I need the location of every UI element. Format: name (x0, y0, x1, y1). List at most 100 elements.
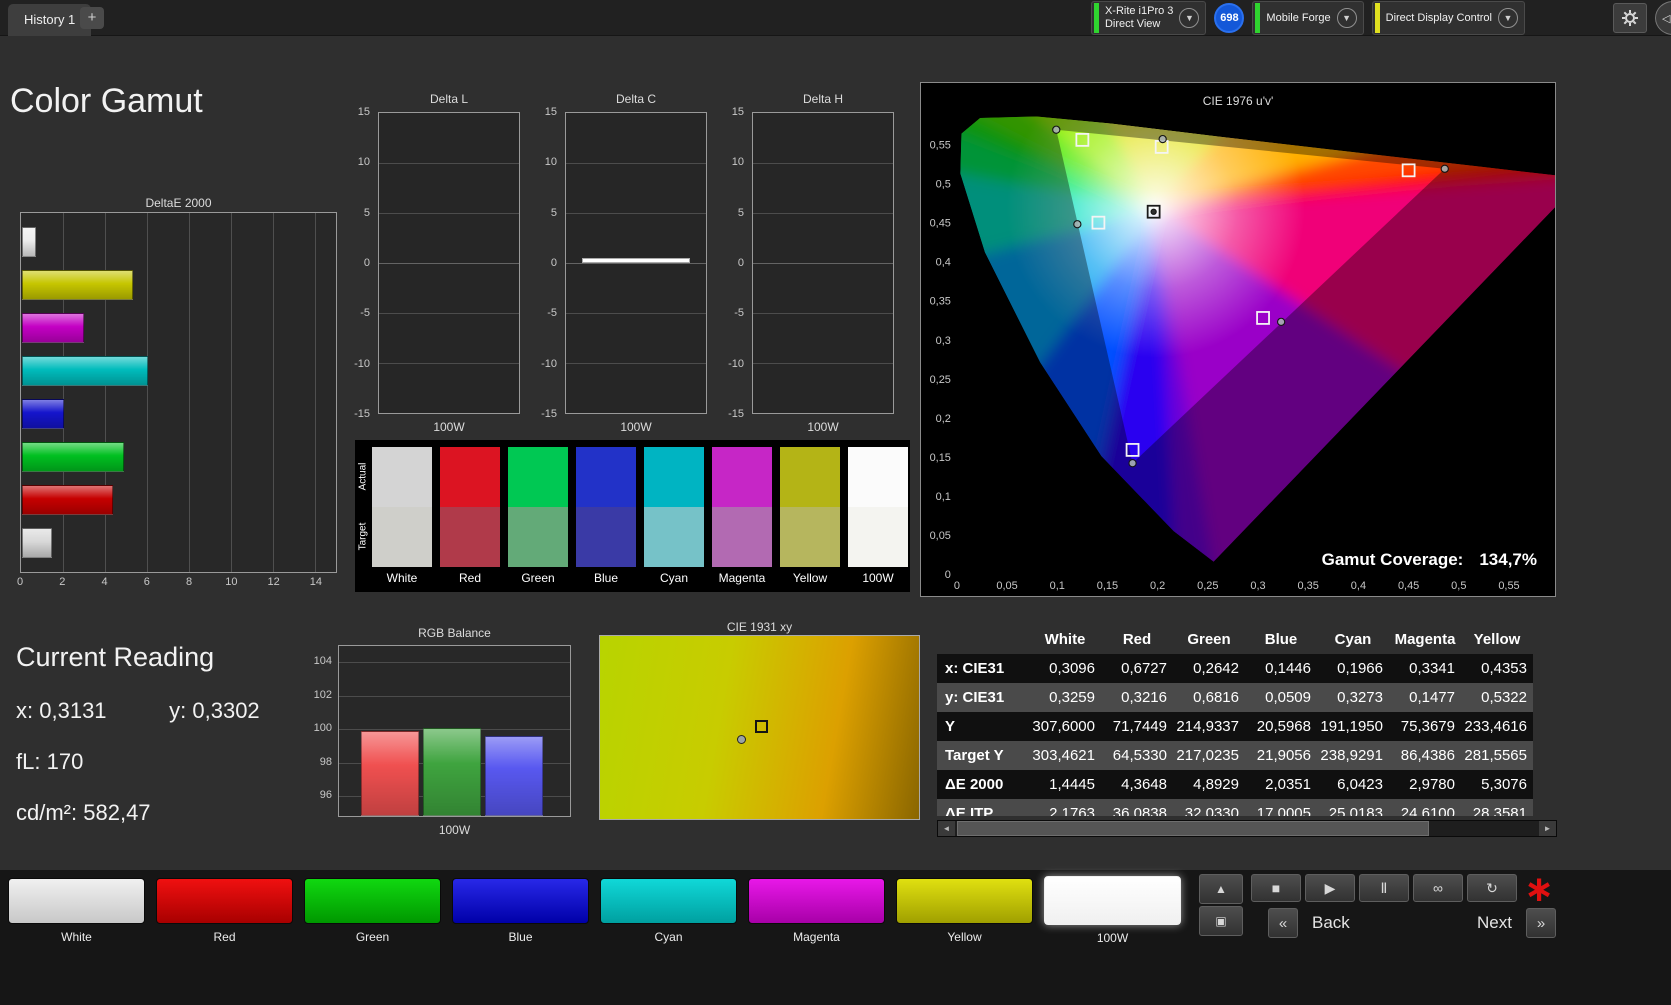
chevron-down-icon[interactable]: ▼ (1336, 8, 1357, 28)
axis-tick-label: 0,4 (1351, 580, 1366, 592)
y-value: 0,3302 (192, 698, 260, 723)
meter-selector[interactable]: X-Rite i1Pro 3 Direct View ▼ (1090, 1, 1207, 35)
transport-refresh-button[interactable]: ↻ (1467, 874, 1517, 902)
axis-tick-label: 14 (309, 576, 322, 588)
tab-label: History 1 (24, 12, 76, 27)
meter-name: X-Rite i1Pro 3 Direct View (1105, 5, 1173, 31)
page-title: Color Gamut (10, 82, 203, 120)
patch-swatch-green[interactable] (304, 878, 441, 924)
cell: 214,9337 (1176, 718, 1239, 735)
gamut-coverage-label: Gamut Coverage: (1321, 550, 1464, 569)
display-control-selector[interactable]: Direct Display Control ▼ (1371, 1, 1525, 35)
patch-label: Yellow (947, 930, 982, 944)
gridline (379, 163, 519, 164)
settings-button[interactable] (1613, 3, 1647, 33)
deltae-bar-100w (22, 227, 36, 257)
deltae-bar-white (22, 528, 53, 558)
transport-loop-button[interactable]: ∞ (1413, 874, 1463, 902)
cell: 0,2642 (1193, 660, 1239, 677)
title-bar: History 1 + X-Rite i1Pro 3 Direct View ▼… (0, 0, 1671, 36)
axis-tick-label: 0 (945, 569, 951, 581)
gear-icon (1622, 10, 1638, 26)
scroll-right-button[interactable]: ► (1539, 821, 1556, 836)
swatch-label: 100W (862, 571, 894, 585)
patch-label: White (61, 930, 92, 944)
scroll-thumb[interactable] (957, 821, 1429, 836)
swatch-column-white: White (372, 447, 432, 585)
axis-tick-label: 0 (737, 257, 744, 269)
cell: 0,4353 (1481, 660, 1527, 677)
deltae2000-chart: DeltaE 2000 0 2 4 6 8 10 12 14 (17, 196, 337, 592)
back-label[interactable]: Back (1312, 913, 1350, 933)
patch-label: Red (213, 930, 236, 944)
chevron-down-icon[interactable]: ▼ (1498, 8, 1518, 28)
axis-tick-label: 0,55 (1498, 580, 1519, 592)
cell: 0,3259 (1049, 689, 1095, 706)
axis-tick-label: 0,15 (1097, 580, 1118, 592)
chevron-down-icon[interactable]: ▼ (1179, 8, 1200, 28)
patch-swatch-red[interactable] (156, 878, 293, 924)
back-button[interactable]: « (1268, 908, 1298, 938)
cell: 6,0423 (1337, 776, 1383, 793)
target-swatch-white (372, 507, 432, 567)
chart-plot (752, 112, 894, 414)
transport-play-button[interactable]: ▶ (1305, 874, 1355, 902)
axis-tick-label: 0,45 (930, 218, 951, 230)
row-label: x: CIE31 (945, 660, 1005, 677)
patch-window-button[interactable]: ▣ (1199, 906, 1243, 936)
deltae-bar-cyan (22, 356, 149, 386)
axis-tick-label: 0,5 (1451, 580, 1466, 592)
measured-point-green (1052, 125, 1061, 134)
swatch-comparison-panel: Actual Target White Red Green Blue Cyan Magen… (355, 440, 910, 592)
patch-swatch-magenta[interactable] (748, 878, 885, 924)
y-axis: 15 10 5 0 -5 -10 -15 (340, 106, 374, 420)
scroll-left-button[interactable]: ◄ (938, 821, 955, 836)
axis-tick-label: -5 (547, 307, 557, 320)
patch-magenta: Magenta (748, 878, 885, 945)
patch-up-button[interactable]: ▲ (1199, 874, 1243, 904)
patch-label: 100W (1096, 931, 1129, 945)
patch-label: Cyan (654, 930, 683, 944)
next-label[interactable]: Next (1477, 913, 1512, 933)
table-row: ΔE ITP 2,1763 36,0838 32,0330 17,0005 25,0183… (937, 799, 1533, 816)
patch-swatch-100w[interactable] (1044, 876, 1181, 925)
tab-history-1[interactable]: History 1 (8, 4, 92, 36)
cell: 281,5565 (1464, 747, 1527, 764)
swatch-column-blue: Blue (576, 447, 636, 585)
chart-plot (20, 212, 337, 573)
table-scrollbar[interactable]: ◄ ► (937, 820, 1557, 837)
cell: 25,0183 (1328, 805, 1383, 816)
chart-plot (599, 635, 920, 820)
cell: 191,1950 (1320, 718, 1383, 735)
next-button[interactable]: » (1526, 908, 1556, 938)
axis-tick-label: 96 (319, 789, 332, 802)
patch-green: Green (304, 878, 441, 945)
axis-tick-label: 10 (544, 156, 557, 169)
patch-swatch-white[interactable] (8, 878, 145, 924)
patch-swatch-yellow[interactable] (896, 878, 1033, 924)
patch-swatch-blue[interactable] (452, 878, 589, 924)
transport-pause-button[interactable]: Ⅱ (1359, 874, 1409, 902)
cie1976-diagram: 0,55 0,5 0,45 0,4 0,35 0,3 0,25 0,2 0,15 0,1 0,05 0… (930, 116, 1555, 592)
transport-controls: ■ ▶ Ⅱ ∞ ↻ (1251, 874, 1517, 902)
rgb-bar-red (361, 730, 419, 816)
chart-plot (378, 112, 520, 414)
swatch-column-red: Red (440, 447, 500, 585)
add-tab-button[interactable]: + (80, 7, 104, 29)
actual-swatch-100w (848, 447, 908, 507)
cell: 233,4616 (1464, 718, 1527, 735)
row-label: Target Y (945, 747, 1004, 764)
deltae-bar-green (22, 442, 125, 472)
display-control-name-line: Direct Display Control (1385, 11, 1492, 24)
source-selector[interactable]: Mobile Forge ▼ (1252, 1, 1364, 35)
transport-stop-button[interactable]: ■ (1251, 874, 1301, 902)
swatch-label: Green (521, 571, 555, 585)
column-header-cyan: Cyan (1334, 631, 1372, 648)
collapse-panel-button[interactable]: ◁ (1655, 1, 1671, 35)
patch-swatch-cyan[interactable] (600, 878, 737, 924)
axis-tick-label: 0 (954, 580, 960, 592)
target-swatch-yellow (780, 507, 840, 567)
axis-tick-label: 0 (550, 257, 557, 269)
swatch-column-cyan: Cyan (644, 447, 704, 585)
axis-tick-label: 0,15 (930, 452, 951, 464)
